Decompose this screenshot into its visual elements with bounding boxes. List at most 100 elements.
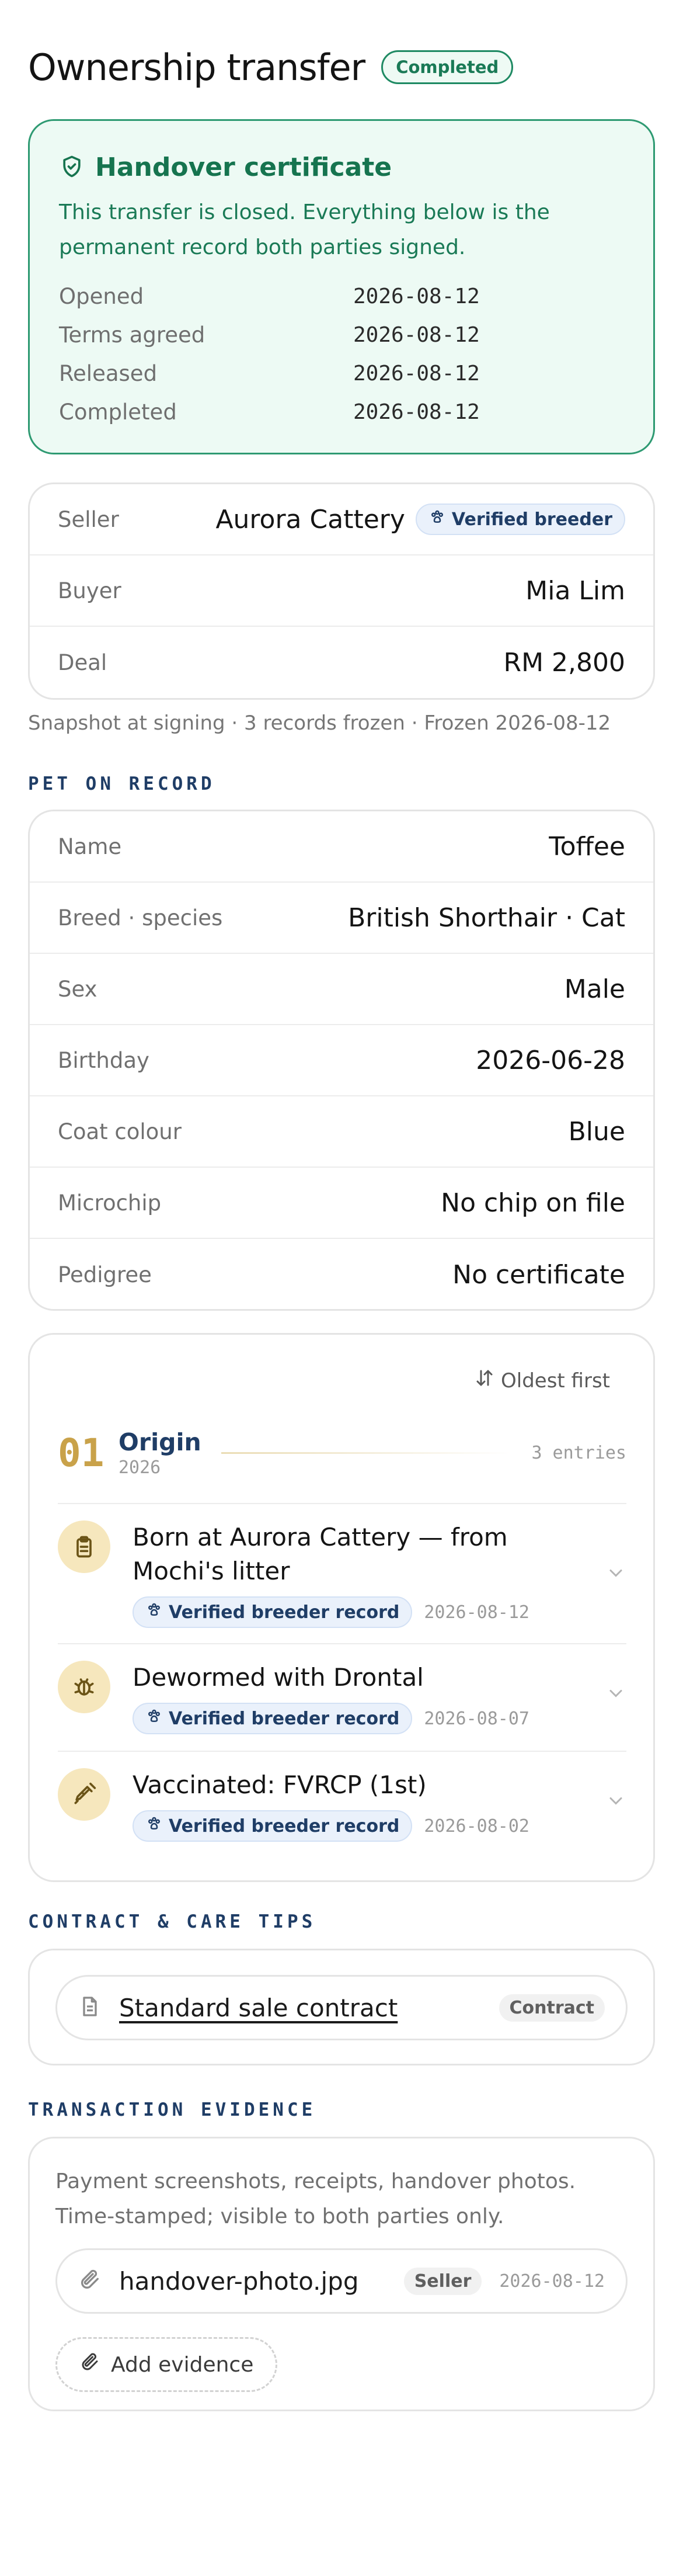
add-evidence-label: Add evidence xyxy=(111,2352,254,2377)
buyer-name: Mia Lim xyxy=(525,575,625,606)
timeline-item-title: Born at Aurora Cattery — from Mochi's li… xyxy=(133,1523,508,1585)
pet-row-pedigree: Pedigree No certificate xyxy=(30,1239,653,1309)
timeline-item-meta: Verified breeder record 2026-08-12 xyxy=(133,1596,576,1628)
contract-link-row[interactable]: Standard sale contract Contract xyxy=(55,1975,628,2040)
certificate-row-opened: Opened 2026-08-12 xyxy=(59,277,624,315)
row-value: 2026-06-28 xyxy=(476,1045,625,1075)
contract-card: Standard sale contract Contract xyxy=(28,1949,655,2065)
timeline-group-origin: 01 Origin 2026 3 entries xyxy=(58,1424,626,1482)
pet-row-birthday: Birthday 2026-06-28 xyxy=(30,1025,653,1096)
deal-amount: RM 2,800 xyxy=(503,647,625,678)
snapshot-note: Snapshot at signing · 3 records frozen ·… xyxy=(28,711,611,735)
row-value: Male xyxy=(564,974,625,1004)
certificate-header: Handover certificate xyxy=(59,152,624,182)
timeline-item[interactable]: Dewormed with Drontal Verified breeder r… xyxy=(58,1661,626,1738)
sort-arrows-icon xyxy=(474,1367,495,1394)
chevron-down-icon[interactable] xyxy=(605,1683,626,1704)
divider xyxy=(58,1643,626,1644)
row-value: 2026-08-12 xyxy=(353,284,480,308)
timeline-card: Oldest first 01 Origin 2026 3 entries Bo… xyxy=(28,1333,655,1882)
timeline-item-date: 2026-08-07 xyxy=(424,1708,529,1729)
chevron-down-icon[interactable] xyxy=(605,1563,626,1584)
deal-row: Deal RM 2,800 xyxy=(30,627,653,698)
evidence-description: Payment screenshots, receipts, handover … xyxy=(55,2169,576,2228)
pet-section-label: PET ON RECORD xyxy=(28,773,215,794)
timeline-item-date: 2026-08-12 xyxy=(424,1602,529,1623)
evidence-section-label: TRANSACTION EVIDENCE xyxy=(28,2099,316,2120)
paperclip-icon xyxy=(78,2268,102,2294)
timeline-item-body: Vaccinated: FVRCP (1st) Verified breeder… xyxy=(133,1768,576,1845)
syringe-icon xyxy=(58,1768,110,1821)
contract-section-label: CONTRACT & CARE TIPS xyxy=(28,1911,316,1932)
pet-row-breed: Breed · species British Shorthair · Cat xyxy=(30,883,653,954)
badge-label: Verified breeder record xyxy=(169,1815,400,1836)
evidence-card: Payment screenshots, receipts, handover … xyxy=(28,2137,655,2411)
evidence-file-name[interactable]: handover-photo.jpg xyxy=(119,2267,404,2296)
certificate-description: This transfer is closed. Everything belo… xyxy=(59,200,550,259)
chevron-down-icon[interactable] xyxy=(605,1790,626,1811)
verified-record-badge: Verified breeder record xyxy=(133,1810,413,1842)
row-value: No certificate xyxy=(452,1259,625,1290)
seller-name: Aurora Cattery xyxy=(215,504,405,534)
row-label: Pedigree xyxy=(58,1262,152,1287)
paw-icon xyxy=(145,1707,163,1730)
clipboard-icon xyxy=(58,1520,110,1573)
sort-order-button[interactable]: Oldest first xyxy=(474,1367,610,1394)
sort-label: Oldest first xyxy=(501,1369,610,1393)
group-divider-line xyxy=(221,1452,511,1454)
buyer-label: Buyer xyxy=(58,578,121,603)
group-text: Origin 2026 xyxy=(119,1428,201,1478)
row-value: Blue xyxy=(568,1116,625,1147)
timeline-item-body: Dewormed with Drontal Verified breeder r… xyxy=(133,1661,576,1738)
seller-label: Seller xyxy=(58,506,119,532)
certificate-row-completed: Completed 2026-08-12 xyxy=(59,393,624,431)
evidence-file-date: 2026-08-12 xyxy=(499,2271,605,2292)
timeline-item-meta: Verified breeder record 2026-08-07 xyxy=(133,1703,576,1734)
pet-row-coat-colour: Coat colour Blue xyxy=(30,1096,653,1168)
row-label: Microchip xyxy=(58,1190,162,1216)
paw-icon xyxy=(428,508,446,530)
row-label: Opened xyxy=(59,283,144,309)
paw-icon xyxy=(145,1601,163,1623)
row-label: Birthday xyxy=(58,1047,149,1073)
evidence-file-row[interactable]: handover-photo.jpg Seller 2026-08-12 xyxy=(55,2248,628,2314)
paperclip-icon xyxy=(79,2352,100,2378)
contract-tag: Contract xyxy=(499,1994,605,2022)
row-label: Sex xyxy=(58,976,97,1002)
group-number: 01 xyxy=(58,1430,104,1476)
row-label: Released xyxy=(59,360,158,386)
row-label: Name xyxy=(58,834,122,859)
add-evidence-button[interactable]: Add evidence xyxy=(55,2337,278,2392)
row-value: 2026-08-12 xyxy=(353,361,480,386)
row-value: No chip on file xyxy=(441,1188,625,1218)
timeline-item-meta: Verified breeder record 2026-08-02 xyxy=(133,1810,576,1842)
row-label: Terms agreed xyxy=(59,322,205,348)
pet-row-sex: Sex Male xyxy=(30,954,653,1025)
row-value: Toffee xyxy=(549,831,625,862)
divider xyxy=(58,1751,626,1752)
badge-label: Verified breeder record xyxy=(169,1602,400,1623)
seller-value-group: Aurora Cattery Verified breeder xyxy=(215,504,625,535)
uploader-tag: Seller xyxy=(403,2267,482,2295)
row-value: 2026-08-12 xyxy=(353,400,480,424)
status-badge: Completed xyxy=(381,50,514,84)
badge-label: Verified breeder xyxy=(451,509,612,530)
timeline-item[interactable]: Born at Aurora Cattery — from Mochi's li… xyxy=(58,1520,626,1628)
contract-link[interactable]: Standard sale contract xyxy=(119,1994,499,2022)
timeline-item[interactable]: Vaccinated: FVRCP (1st) Verified breeder… xyxy=(58,1768,626,1845)
page-title: Ownership transfer xyxy=(28,46,365,89)
pet-record-card: Name Toffee Breed · species British Shor… xyxy=(28,810,655,1311)
pet-row-microchip: Microchip No chip on file xyxy=(30,1168,653,1239)
shield-check-icon xyxy=(59,154,85,182)
timeline-item-body: Born at Aurora Cattery — from Mochi's li… xyxy=(133,1520,576,1628)
verified-breeder-badge: Verified breeder xyxy=(415,504,625,535)
row-label: Coat colour xyxy=(58,1119,182,1144)
group-name: Origin xyxy=(119,1428,201,1456)
certificate-dates: Opened 2026-08-12 Terms agreed 2026-08-1… xyxy=(59,277,624,431)
certificate-title: Handover certificate xyxy=(95,152,392,182)
page-header: Ownership transfer Completed xyxy=(28,43,514,91)
deal-label: Deal xyxy=(58,650,107,675)
seller-row: Seller Aurora Cattery Verified breeder xyxy=(30,484,653,556)
buyer-row: Buyer Mia Lim xyxy=(30,556,653,627)
document-icon xyxy=(78,1995,102,2020)
